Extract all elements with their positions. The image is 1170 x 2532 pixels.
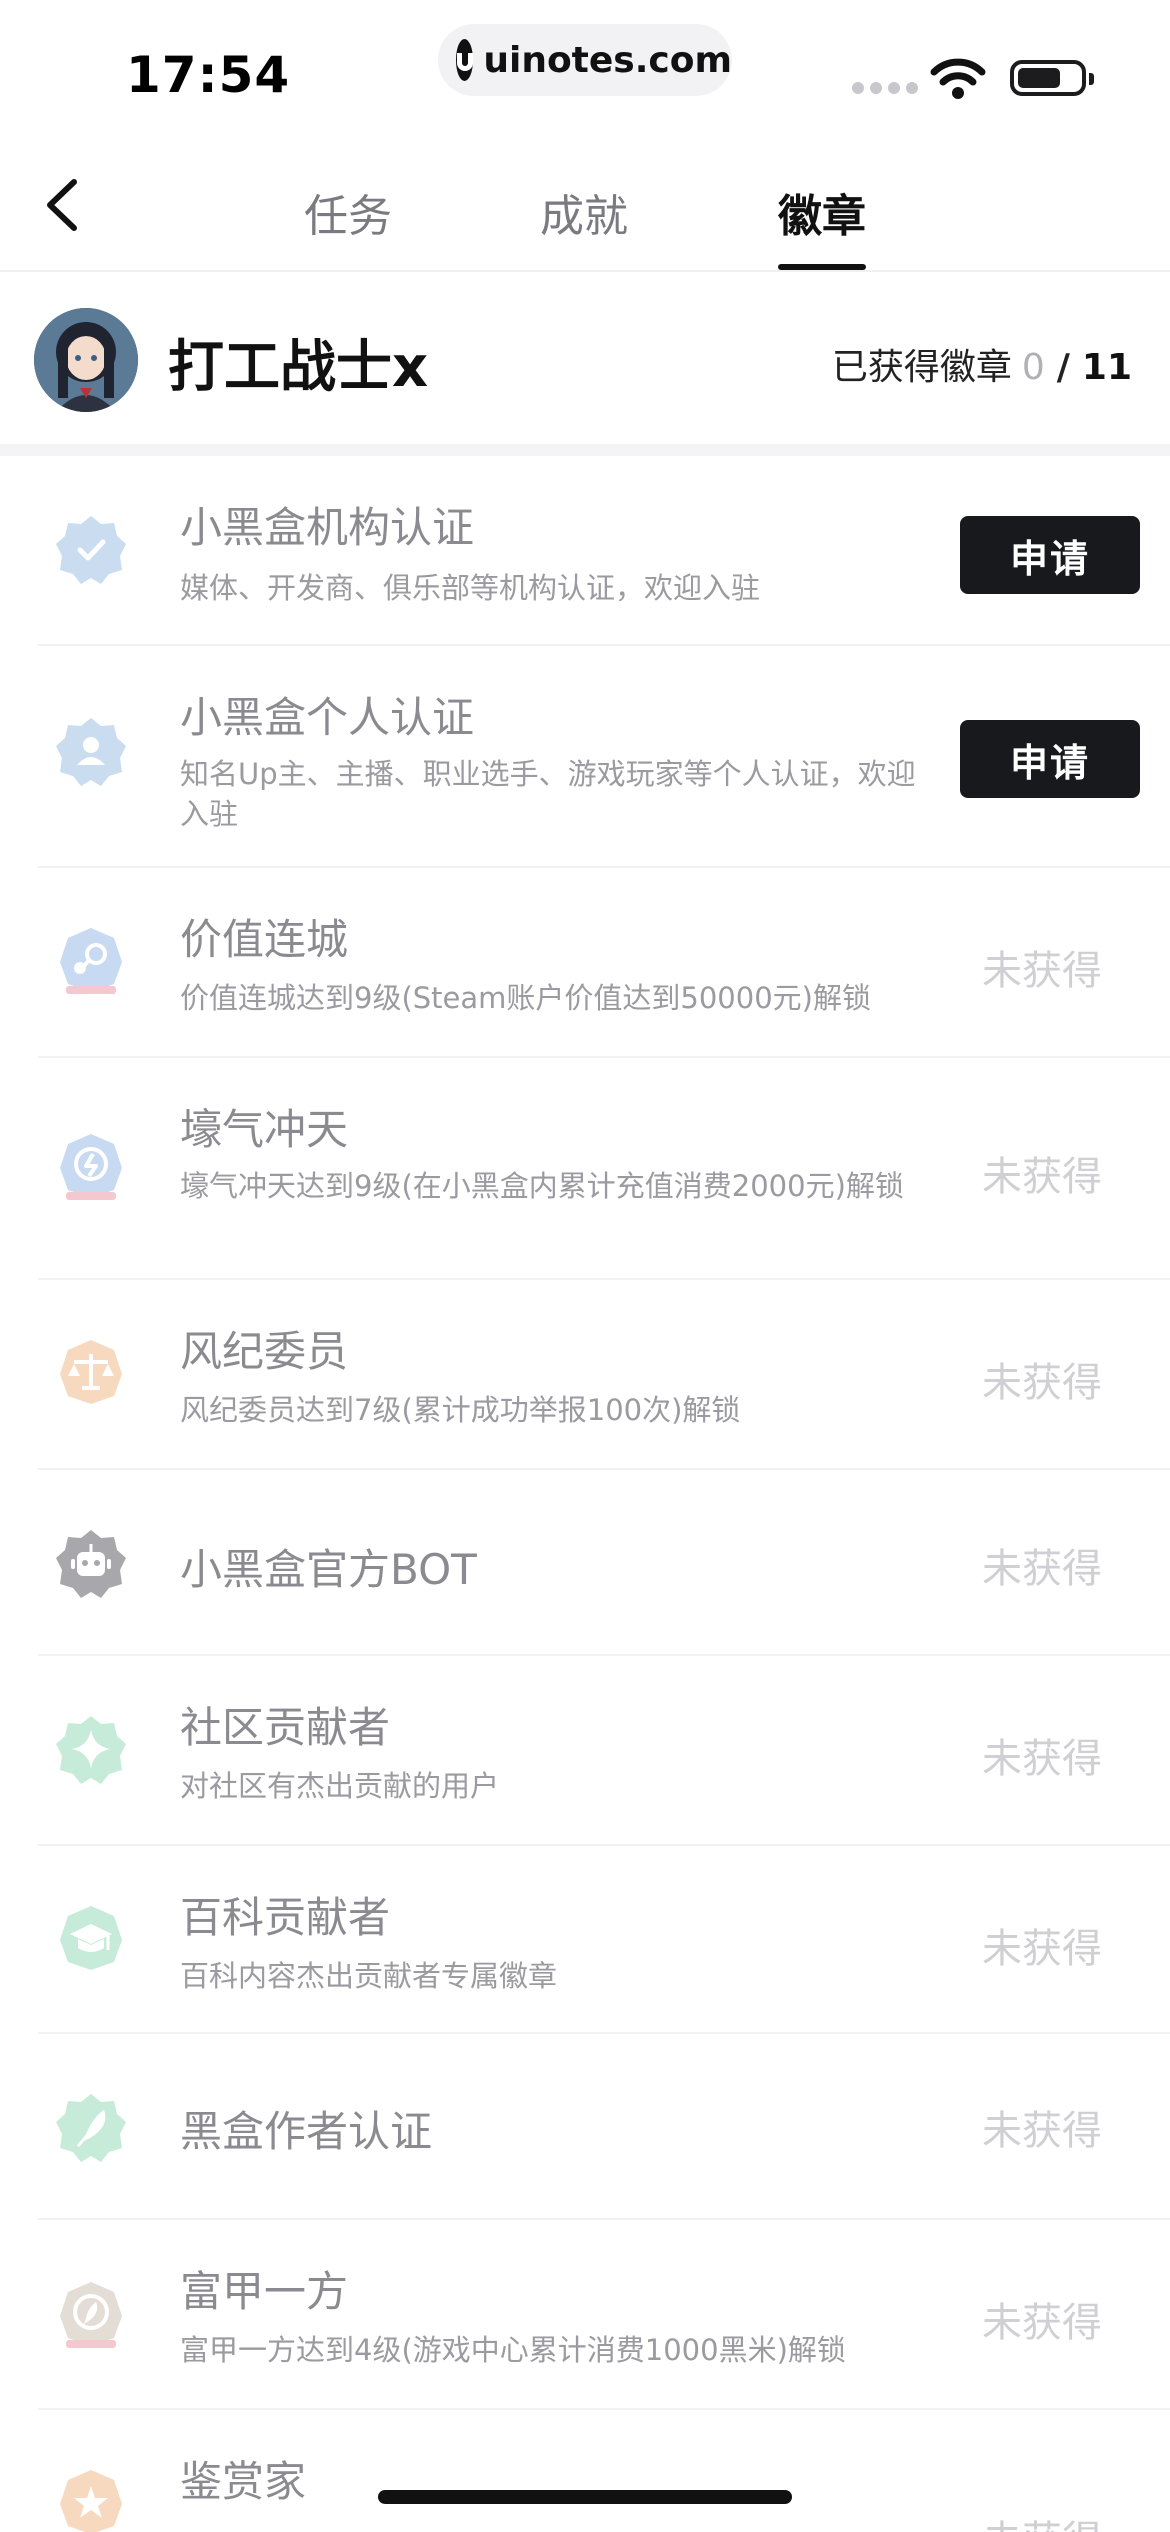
apply-button[interactable]: 申请 <box>960 516 1140 594</box>
badge-title: 小黑盒官方BOT <box>180 1545 477 1594</box>
list-item: 社区贡献者 对社区有杰出贡献的用户 未获得 <box>38 1656 1170 1846</box>
badge-description: 知名Up主、主播、职业选手、游戏玩家等个人认证，欢迎入驻 <box>180 757 916 831</box>
url-text: uinotes.com <box>483 39 732 81</box>
steam-value-icon <box>60 928 122 994</box>
top-nav: 任务 成就 徽章 <box>0 130 1170 272</box>
list-item: 小黑盒官方BOT 未获得 <box>38 1470 1170 1656</box>
status-not-earned: 未获得 <box>982 1360 1102 1406</box>
badge-title: 价值连城 <box>180 915 349 964</box>
badge-description: 风纪委员达到7级(累计成功举报100次)解锁 <box>180 1393 741 1427</box>
home-indicator[interactable] <box>378 2490 792 2504</box>
wealth-coin-icon <box>60 2282 122 2348</box>
status-time: 17:54 <box>126 46 291 104</box>
list-item: 百科贡献者 百科内容杰出贡献者专属徽章 未获得 <box>38 1846 1170 2034</box>
list-item: 壕气冲天 壕气冲天达到9级(在小黑盒内累计充值消费2000元)解锁 未获得 <box>38 1058 1170 1280</box>
badge-title: 黑盒作者认证 <box>180 2107 433 2156</box>
badge-title: 鉴赏家 <box>180 2457 307 2506</box>
apply-button[interactable]: 申请 <box>960 720 1140 798</box>
list-item: 价值连城 价值连城达到9级(Steam账户价值达到50000元)解锁 未获得 <box>38 868 1170 1058</box>
recharge-icon <box>60 1134 122 1200</box>
status-bar: 17:54 uinotes.com <box>0 0 1170 130</box>
count-separator: / <box>1056 347 1070 388</box>
cellular-signal-icon <box>852 82 918 94</box>
tab-tasks[interactable]: 任务 <box>304 180 392 244</box>
earned-label: 已获得徽章 <box>831 347 1012 388</box>
badge-description: 媒体、开发商、俱乐部等机构认证，欢迎入驻 <box>180 571 761 605</box>
site-logo-icon <box>456 39 474 81</box>
tab-badges[interactable]: 徽章 <box>778 180 866 244</box>
graduation-cap-icon <box>60 1906 122 1970</box>
verified-check-icon <box>56 516 126 584</box>
earned-count: 0 <box>1021 347 1045 388</box>
total-count: 11 <box>1081 347 1132 388</box>
list-item: 富甲一方 富甲一方达到4级(游戏中心累计消费1000黑米)解锁 未获得 <box>38 2220 1170 2410</box>
list-item: 黑盒作者认证 未获得 <box>38 2034 1170 2220</box>
status-not-earned: 未获得 <box>982 1926 1102 1972</box>
status-not-earned: 未获得 <box>982 2108 1102 2154</box>
back-arrow-icon[interactable] <box>34 170 94 240</box>
badge-count: 已获得徽章 0 / 11 <box>832 338 1132 390</box>
badge-title: 小黑盒个人认证 <box>180 693 475 742</box>
justice-scale-icon <box>60 1340 122 1404</box>
feather-pen-icon <box>56 2094 126 2162</box>
profile-header: 打工战士x 已获得徽章 0 / 11 <box>0 272 1170 444</box>
status-not-earned: 未获得 <box>982 1736 1102 1782</box>
star-sparkle-icon <box>56 1716 126 1784</box>
badge-description: 百科内容杰出贡献者专属徽章 <box>180 1959 558 1993</box>
status-not-earned: 未获得 <box>982 2300 1102 2346</box>
active-tab-indicator <box>778 264 866 270</box>
badge-title: 壕气冲天 <box>180 1105 349 1154</box>
badge-description: 对社区有杰出贡献的用户 <box>180 1769 500 1803</box>
list-item: 小黑盒机构认证 媒体、开发商、俱乐部等机构认证，欢迎入驻 申请 <box>38 456 1170 646</box>
list-item: 鉴赏家 未获得 <box>38 2410 1170 2532</box>
tab-achievements[interactable]: 成就 <box>540 180 628 244</box>
status-not-earned: 未获得 <box>982 948 1102 994</box>
badge-description: 壕气冲天达到9级(在小黑盒内累计充值消费2000元)解锁 <box>180 1169 904 1203</box>
badge-title: 百科贡献者 <box>180 1893 391 1942</box>
url-pill[interactable]: uinotes.com <box>438 24 732 96</box>
battery-icon <box>1010 60 1094 96</box>
username: 打工战士x <box>168 335 429 400</box>
list-item: 风纪委员 风纪委员达到7级(累计成功举报100次)解锁 未获得 <box>38 1280 1170 1470</box>
list-item: 小黑盒个人认证 知名Up主、主播、职业选手、游戏玩家等个人认证，欢迎入驻 申请 <box>38 646 1170 868</box>
robot-icon <box>56 1530 126 1598</box>
badge-list: 小黑盒机构认证 媒体、开发商、俱乐部等机构认证，欢迎入驻 申请 小黑盒个人认证 … <box>0 456 1170 2532</box>
status-not-earned: 未获得 <box>982 2508 1102 2532</box>
badge-description: 富甲一方达到4级(游戏中心累计消费1000黑米)解锁 <box>180 2333 846 2367</box>
badge-title: 风纪委员 <box>180 1327 349 1376</box>
badge-title: 社区贡献者 <box>180 1703 391 1752</box>
badge-description: 价值连城达到9级(Steam账户价值达到50000元)解锁 <box>180 981 871 1015</box>
connoisseur-icon <box>60 2470 122 2532</box>
wifi-icon <box>930 58 986 99</box>
section-divider <box>0 444 1170 456</box>
badge-title: 小黑盒机构认证 <box>180 503 475 552</box>
person-verified-icon <box>56 718 126 786</box>
status-not-earned: 未获得 <box>982 1154 1102 1200</box>
avatar[interactable] <box>34 308 138 412</box>
status-not-earned: 未获得 <box>982 1546 1102 1592</box>
badge-title: 富甲一方 <box>180 2267 349 2316</box>
